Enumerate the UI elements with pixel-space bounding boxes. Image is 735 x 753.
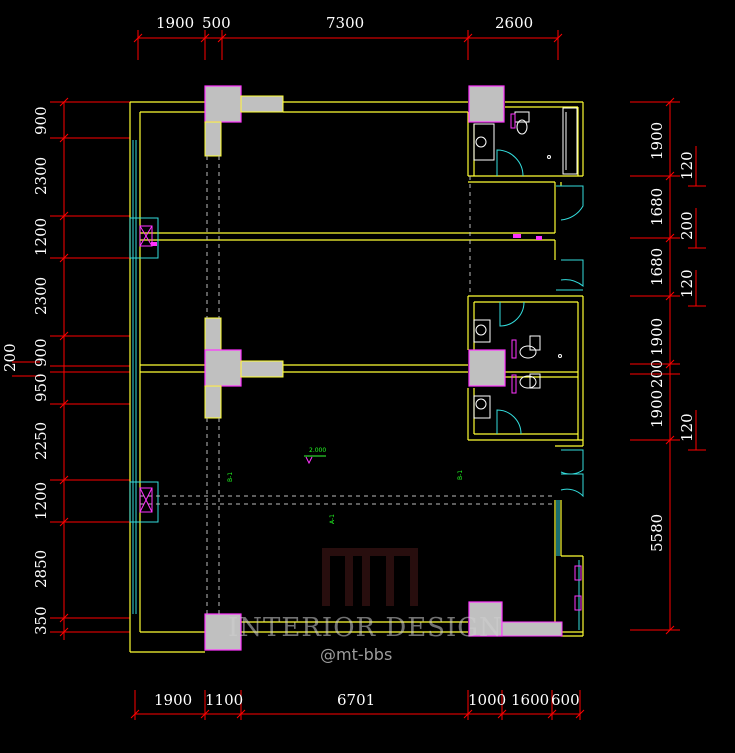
left-dim-7: 2250	[32, 422, 50, 460]
bottom-dim-2: 1100	[205, 691, 243, 709]
left-dim-8: 1200	[32, 482, 50, 520]
right-dim-7: 1900	[648, 318, 666, 356]
bottom-dimension-chain: 1900 1100 6701 1000 1600 600	[130, 690, 585, 720]
shower-tray	[562, 107, 578, 175]
left-dim-1: 900	[32, 106, 50, 135]
left-dim-6: 950	[32, 373, 50, 402]
right-dim-9: 1900	[648, 390, 666, 428]
doors	[556, 185, 584, 498]
watermark: INTERIOR DESIGN @mt-bbs	[228, 548, 503, 664]
column-b2	[468, 349, 506, 387]
bottom-dim-3: 6701	[337, 691, 375, 709]
top-dim-4: 2600	[495, 14, 533, 32]
watermark-text: INTERIOR DESIGN	[228, 613, 503, 643]
top-dimension-chain: 1900 500 7300 2600	[133, 14, 563, 60]
watermark-logo	[322, 548, 418, 606]
beam-a2-top	[204, 317, 222, 351]
tag-center: A-1	[329, 514, 336, 524]
right-dim-10: 120	[678, 413, 696, 442]
left-dim-4: 2300	[32, 277, 50, 315]
beam-a1-v	[204, 121, 222, 157]
column-b1	[468, 85, 505, 123]
top-dim-1: 1900	[156, 14, 194, 32]
right-dim-3: 1680	[648, 188, 666, 226]
wc-2	[519, 345, 537, 359]
beam-a2-bottom	[204, 385, 222, 419]
top-dim-3: 7300	[326, 14, 364, 32]
bottom-dim-1: 1900	[154, 691, 192, 709]
right-dim-2: 120	[678, 151, 696, 180]
column-a2	[204, 349, 242, 387]
tag-left: B-1	[227, 472, 234, 482]
tag-right: B-1	[457, 470, 464, 480]
bottom-dim-5: 1600	[511, 691, 549, 709]
right-dim-11: 5580	[648, 514, 666, 552]
columns	[204, 85, 563, 651]
right-dim-1: 1900	[648, 122, 666, 160]
left-dim-9: 2850	[32, 550, 50, 588]
right-dim-5: 1680	[648, 248, 666, 286]
watermark-handle: @mt-bbs	[320, 645, 392, 664]
left-dim-3: 1200	[32, 218, 50, 256]
walls	[129, 101, 584, 653]
top-dim-2: 500	[202, 14, 231, 32]
left-dim-2: 2300	[32, 157, 50, 195]
level-mark: 2.000	[309, 447, 326, 454]
left-dim-10: 350	[32, 606, 50, 635]
beam-b3	[501, 621, 563, 637]
basin-3	[475, 398, 487, 410]
bottom-dim-6: 600	[551, 691, 580, 709]
wc-3	[519, 375, 537, 389]
beam-a1	[240, 95, 284, 113]
left-dimension-chain: 900 2300 1200 2300 900 950 2250 1200 285…	[1, 97, 130, 640]
right-dim-6: 120	[678, 269, 696, 298]
basin-1	[473, 123, 495, 161]
beam-a2	[240, 360, 284, 378]
right-dim-4: 200	[678, 211, 696, 240]
left-dim-5: 900	[32, 338, 50, 367]
floor-plan-drawing: 1900 500 7300 2600 1900 1100 6701 1000 1…	[1, 14, 706, 720]
column-a1	[204, 85, 242, 123]
basin-2	[475, 324, 487, 336]
bottom-dim-4: 1000	[468, 691, 506, 709]
annotations: 2.000 B-1 B-1 A-1	[227, 447, 464, 524]
right-dim-8: 200	[648, 359, 666, 388]
right-dimension-chain: 1900 120 1680 200 1680 120 1900 200 1900…	[630, 97, 706, 635]
left-outer-dim: 200	[1, 343, 19, 372]
